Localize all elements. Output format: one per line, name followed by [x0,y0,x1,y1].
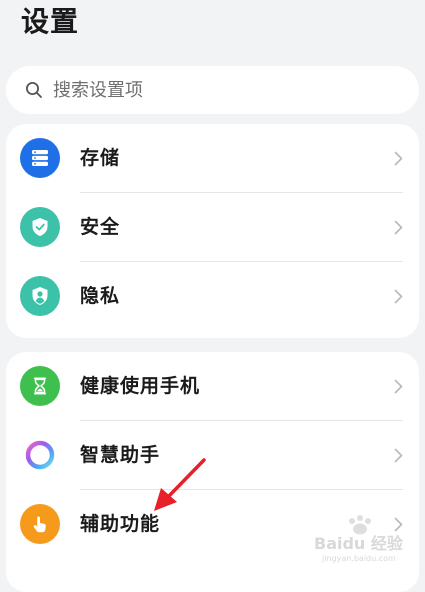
chevron-right-icon [394,220,403,235]
settings-item-accessibility[interactable]: 辅助功能 [6,490,419,559]
privacy-user-shield-icon [20,276,60,316]
chevron-right-icon [394,289,403,304]
hand-tap-icon [20,504,60,544]
chevron-right-icon [394,379,403,394]
settings-item-label: 存储 [80,147,121,169]
settings-item-digital-balance[interactable]: 健康使用手机 [6,352,419,421]
settings-item-smart-assistant[interactable]: 智慧助手 [6,421,419,490]
assistant-ring-icon [20,435,60,475]
chevron-right-icon [394,448,403,463]
settings-group-1: 存储 安全 隐私 [6,124,419,338]
settings-item-storage[interactable]: 存储 [6,124,419,193]
settings-group-2: 健康使用手机 智慧助手 辅助功能 [6,352,419,592]
page-title: 设置 [21,5,80,38]
search-input[interactable] [53,79,373,101]
settings-item-label: 辅助功能 [80,513,161,535]
settings-item-label: 安全 [80,216,121,238]
settings-item-privacy[interactable]: 隐私 [6,262,419,331]
settings-item-label: 健康使用手机 [80,375,201,397]
settings-item-label: 隐私 [80,285,121,307]
search-bar[interactable] [6,66,419,114]
chevron-right-icon [394,151,403,166]
storage-icon [20,138,60,178]
settings-item-label: 智慧助手 [80,444,161,466]
search-icon [26,82,42,98]
settings-item-security[interactable]: 安全 [6,193,419,262]
hourglass-icon [20,366,60,406]
shield-check-icon [20,207,60,247]
chevron-right-icon [394,517,403,532]
